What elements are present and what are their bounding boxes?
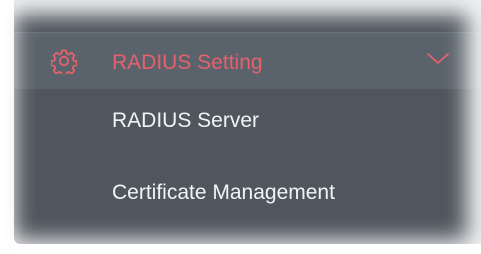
submenu-item-radius-server[interactable]: RADIUS Server — [14, 94, 481, 150]
screen: RADIUS Setting RADIUS Server Certificate… — [0, 0, 481, 254]
sidebar-menu: RADIUS Setting RADIUS Server Certificate… — [14, 0, 481, 244]
collapsed-item-text — [66, 0, 366, 6]
section-label: RADIUS Setting — [112, 51, 263, 74]
chevron-down-icon[interactable] — [426, 51, 450, 67]
gear-icon — [51, 49, 77, 74]
submenu-item-certificate-management[interactable]: Certificate Management — [14, 166, 481, 222]
section-radius-setting[interactable]: RADIUS Setting — [14, 32, 481, 89]
submenu-label: Certificate Management — [112, 181, 335, 204]
collapsed-menu-item[interactable] — [14, 0, 481, 16]
left-rail — [0, 0, 14, 254]
submenu-label: RADIUS Server — [112, 109, 260, 132]
